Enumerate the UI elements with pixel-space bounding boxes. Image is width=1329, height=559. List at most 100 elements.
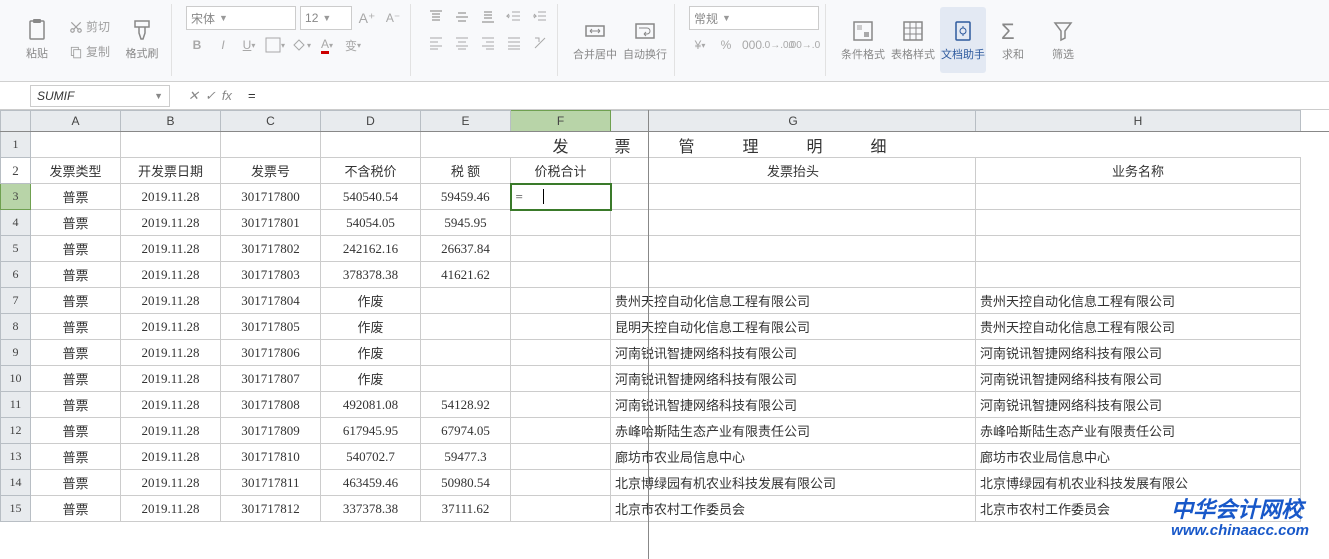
increase-font-button[interactable]: A⁺	[356, 7, 378, 29]
cell[interactable]: 67974.05	[421, 418, 511, 444]
cell[interactable]: 北京市农村工作委员会	[976, 496, 1301, 522]
row-header[interactable]: 4	[1, 210, 31, 236]
cell[interactable]: 贵州天控自动化信息工程有限公司	[976, 314, 1301, 340]
cell[interactable]	[511, 470, 611, 496]
name-box[interactable]: SUMIF▼	[30, 85, 170, 107]
cell[interactable]: 54054.05	[321, 210, 421, 236]
row-header[interactable]: 15	[1, 496, 31, 522]
cell[interactable]: 2019.11.28	[121, 470, 221, 496]
cell[interactable]: 普票	[31, 314, 121, 340]
cell[interactable]: 2019.11.28	[121, 288, 221, 314]
cell[interactable]	[421, 288, 511, 314]
underline-button[interactable]: U▾	[238, 34, 260, 56]
cell[interactable]: 2019.11.28	[121, 366, 221, 392]
cell[interactable]: 河南锐讯智捷网络科技有限公司	[611, 366, 976, 392]
filter-button[interactable]: 筛选	[1040, 7, 1086, 73]
cell[interactable]	[611, 236, 976, 262]
font-size-combo[interactable]: 12▼	[300, 6, 352, 30]
cell[interactable]: 37111.62	[421, 496, 511, 522]
cell[interactable]: 301717812	[221, 496, 321, 522]
cell[interactable]	[511, 210, 611, 236]
cell[interactable]: 463459.46	[321, 470, 421, 496]
bold-button[interactable]: B	[186, 34, 208, 56]
row-header[interactable]: 6	[1, 262, 31, 288]
cell[interactable]: 301717808	[221, 392, 321, 418]
fx-button[interactable]: fx	[222, 88, 232, 104]
cell[interactable]: 普票	[31, 262, 121, 288]
cell[interactable]	[511, 496, 611, 522]
cell[interactable]: 贵州天控自动化信息工程有限公司	[611, 288, 976, 314]
row-header[interactable]: 7	[1, 288, 31, 314]
cell[interactable]: 337378.38	[321, 496, 421, 522]
format-painter-button[interactable]: 格式刷	[119, 6, 165, 72]
cell[interactable]: 昆明天控自动化信息工程有限公司	[611, 314, 976, 340]
cell[interactable]	[611, 262, 976, 288]
paste-button[interactable]: 粘贴	[14, 6, 60, 72]
cell[interactable]	[511, 314, 611, 340]
cell[interactable]	[511, 392, 611, 418]
cell[interactable]: 普票	[31, 288, 121, 314]
cell[interactable]: 301717811	[221, 470, 321, 496]
cell[interactable]	[511, 340, 611, 366]
cell[interactable]: 北京博绿园有机农业科技发展有限公	[976, 470, 1301, 496]
cell[interactable]	[421, 366, 511, 392]
align-bottom-button[interactable]	[477, 6, 499, 28]
currency-button[interactable]: ¥▾	[689, 34, 711, 56]
column-header[interactable]: A	[31, 111, 121, 132]
column-header[interactable]: G	[611, 111, 976, 132]
wrap-text-button[interactable]: 自动换行	[622, 7, 668, 73]
cell[interactable]	[421, 340, 511, 366]
cell[interactable]: 普票	[31, 366, 121, 392]
cell[interactable]: 2019.11.28	[121, 314, 221, 340]
column-header[interactable]: B	[121, 111, 221, 132]
cell[interactable]	[511, 262, 611, 288]
cell[interactable]: 2019.11.28	[121, 340, 221, 366]
cell[interactable]: 2019.11.28	[121, 262, 221, 288]
column-header[interactable]: E	[421, 111, 511, 132]
cell[interactable]: 301717805	[221, 314, 321, 340]
cell[interactable]: 301717809	[221, 418, 321, 444]
cell[interactable]: 5945.95	[421, 210, 511, 236]
decrease-indent-button[interactable]	[503, 6, 525, 28]
cell[interactable]: 普票	[31, 184, 121, 210]
merge-center-button[interactable]: 合并居中	[572, 7, 618, 73]
align-center-button[interactable]	[451, 32, 473, 54]
cell[interactable]: 作废	[321, 314, 421, 340]
justify-button[interactable]	[503, 32, 525, 54]
sum-button[interactable]: Σ 求和	[990, 7, 1036, 73]
column-header[interactable]: H	[976, 111, 1301, 132]
cell[interactable]: 540702.7	[321, 444, 421, 470]
column-header[interactable]: D	[321, 111, 421, 132]
row-header[interactable]: 2	[1, 158, 31, 184]
cell[interactable]: 2019.11.28	[121, 210, 221, 236]
spreadsheet-grid[interactable]: ABCDEFGH1发票 管 理 明 细2发票类型开发票日期发票号不含税价税 额价…	[0, 110, 1329, 559]
cell[interactable]: 赤峰哈斯陆生态产业有限责任公司	[976, 418, 1301, 444]
cell[interactable]: 北京市农村工作委员会	[611, 496, 976, 522]
phonetic-button[interactable]: 变▾	[342, 34, 364, 56]
cell[interactable]: 河南锐讯智捷网络科技有限公司	[611, 340, 976, 366]
row-header[interactable]: 13	[1, 444, 31, 470]
cell[interactable]: 廊坊市农业局信息中心	[611, 444, 976, 470]
border-button[interactable]: ▾	[264, 34, 286, 56]
align-middle-button[interactable]	[451, 6, 473, 28]
cell[interactable]: 2019.11.28	[121, 496, 221, 522]
select-all-corner[interactable]	[1, 111, 31, 132]
row-header[interactable]: 9	[1, 340, 31, 366]
cell[interactable]: 河南锐讯智捷网络科技有限公司	[976, 366, 1301, 392]
accept-formula-button[interactable]: ✓	[205, 88, 216, 104]
cell[interactable]	[611, 184, 976, 210]
row-header[interactable]: 5	[1, 236, 31, 262]
row-header[interactable]: 14	[1, 470, 31, 496]
cell[interactable]: =	[511, 184, 611, 210]
cell[interactable]: 301717801	[221, 210, 321, 236]
doc-assist-button[interactable]: 文档助手	[940, 7, 986, 73]
cell[interactable]: 北京博绿园有机农业科技发展有限公司	[611, 470, 976, 496]
cell[interactable]: 普票	[31, 340, 121, 366]
cell[interactable]: 59459.46	[421, 184, 511, 210]
row-header[interactable]: 8	[1, 314, 31, 340]
number-format-combo[interactable]: 常规▼	[689, 6, 819, 30]
cell[interactable]: 贵州天控自动化信息工程有限公司	[976, 288, 1301, 314]
cell[interactable]	[511, 418, 611, 444]
italic-button[interactable]: I	[212, 34, 234, 56]
row-header[interactable]: 1	[1, 132, 31, 158]
